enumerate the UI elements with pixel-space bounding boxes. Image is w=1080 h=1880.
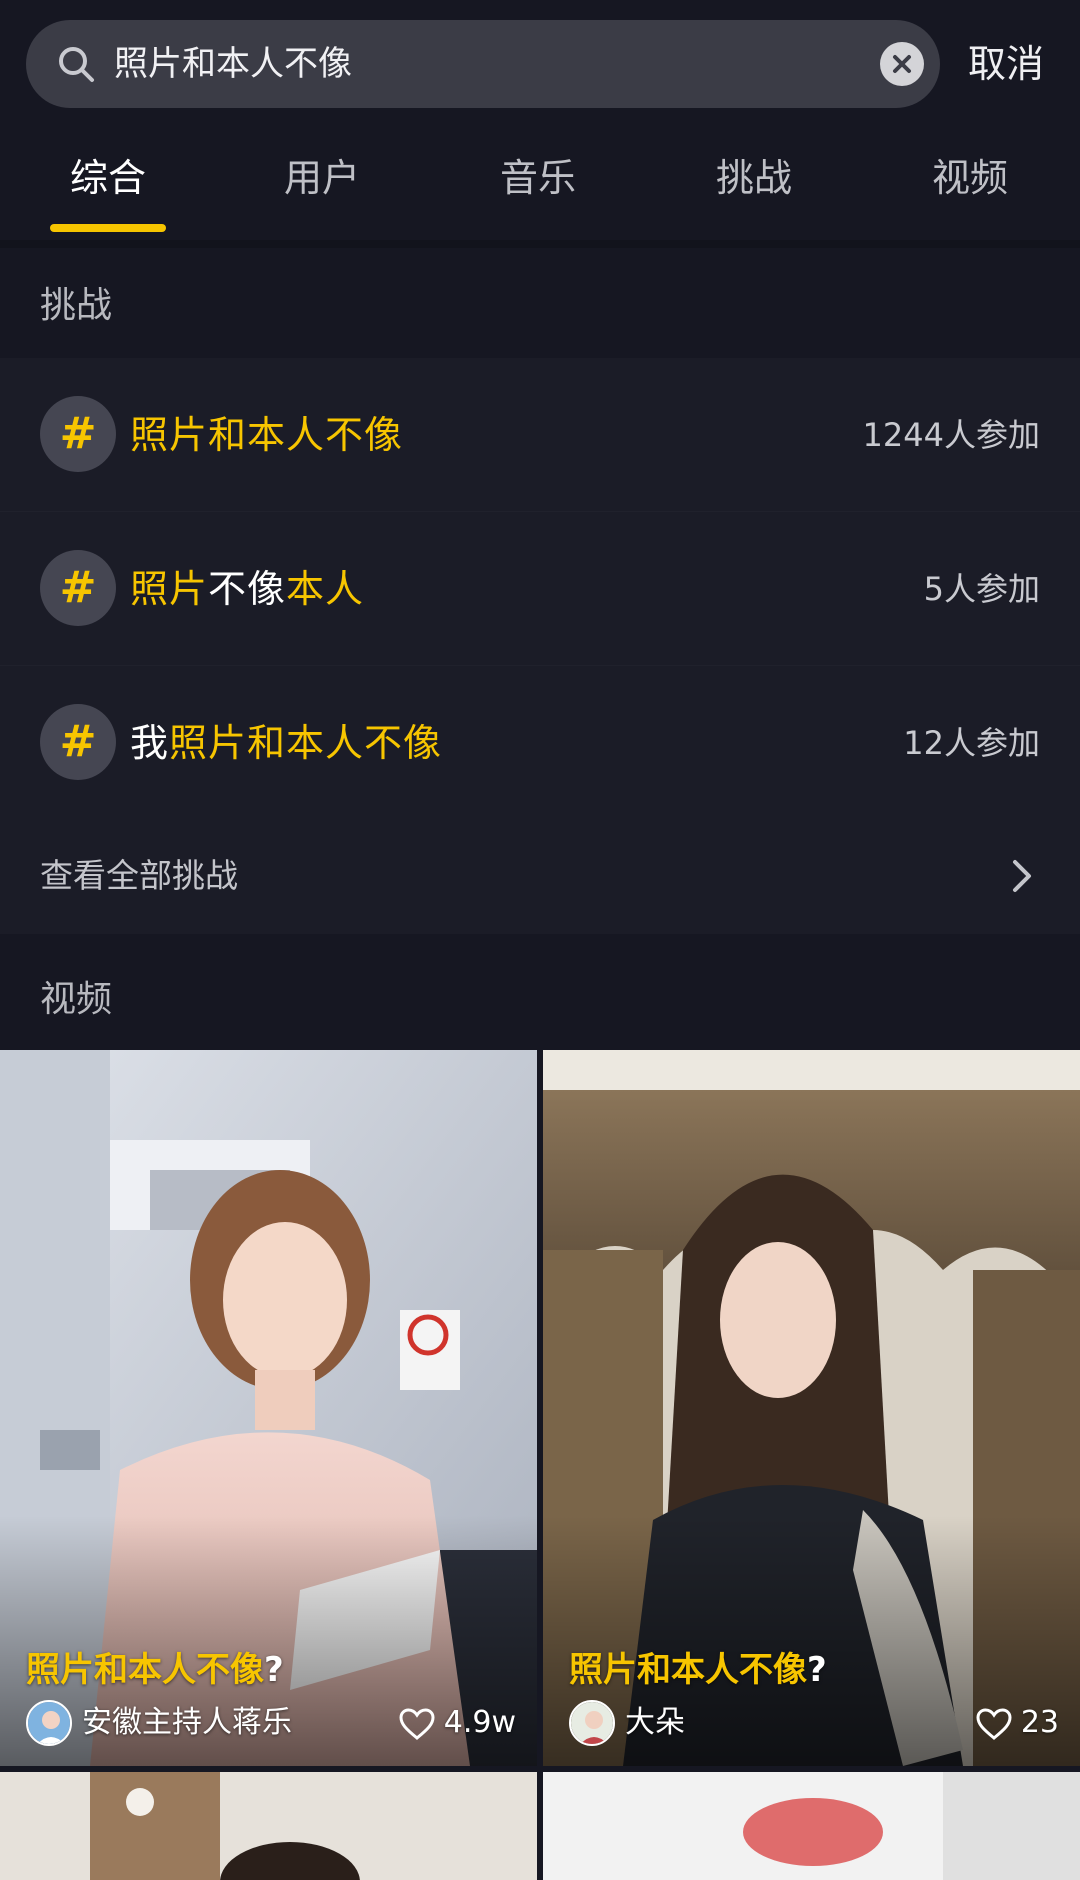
section-title-challenges: 挑战 (40, 285, 113, 326)
chevron-right-icon (1013, 860, 1031, 892)
video-thumbnail (0, 1772, 537, 1880)
challenge-item[interactable]: # 我照片和本人不像 12人参加 (0, 666, 1080, 820)
search-query-text: 照片和本人不像 (114, 44, 352, 84)
challenge-name: 照片和本人不像 (130, 358, 403, 512)
highlighted-text: 本人 (286, 567, 365, 611)
search-input[interactable]: 照片和本人不像 (26, 20, 940, 108)
divider (0, 240, 1080, 248)
video-meta: 大朵 23 (569, 1698, 1059, 1748)
result-tabs: 综合 用户 音乐 挑战 视频 (0, 130, 1080, 240)
heart-icon (976, 1707, 1012, 1740)
avatar[interactable] (569, 1700, 615, 1746)
active-tab-indicator (50, 224, 166, 232)
tab-challenges[interactable]: 挑战 (664, 130, 844, 226)
heart-icon (399, 1707, 435, 1740)
highlighted-text: 照片 (130, 567, 209, 611)
hashtag-icon: # (40, 396, 116, 472)
author-name[interactable]: 安徽主持人蒋乐 (82, 1698, 292, 1748)
video-grid: 照片和本人不像? 安徽主持人蒋乐 4.9w 照片和本人不像? 大朵 23 (0, 1050, 1080, 1880)
search-icon (59, 47, 94, 82)
avatar[interactable] (26, 1700, 72, 1746)
section-title-videos: 视频 (40, 979, 113, 1020)
challenge-participants: 1244人参加 (862, 416, 1040, 454)
video-title: 照片和本人不像? (26, 1650, 284, 1690)
challenge-name: 照片不像本人 (130, 512, 364, 666)
cancel-button[interactable]: 取消 (968, 20, 1044, 108)
clear-search-button[interactable] (880, 42, 924, 86)
plain-text: 不像 (208, 567, 287, 611)
author-name[interactable]: 大朵 (625, 1698, 685, 1748)
highlighted-text: 照片和本人不像 (130, 413, 404, 457)
hashtag-icon: # (40, 704, 116, 780)
like-count: 23 (975, 1698, 1059, 1748)
tab-all[interactable]: 综合 (18, 130, 198, 226)
video-card[interactable]: 照片和本人不像? 安徽主持人蒋乐 4.9w (0, 1050, 537, 1766)
view-all-challenges-button[interactable]: 查看全部挑战 (0, 818, 1080, 934)
challenge-participants: 5人参加 (923, 570, 1040, 608)
challenge-participants: 12人参加 (903, 724, 1040, 762)
video-card[interactable] (0, 1772, 537, 1880)
video-title: 照片和本人不像? (569, 1650, 827, 1690)
challenge-item[interactable]: # 照片不像本人 5人参加 (0, 512, 1080, 666)
search-results-screen: 照片和本人不像 取消 综合 用户 音乐 挑战 视频 挑战 # 照片和本人不像 1… (0, 0, 1080, 1880)
hashtag-icon: # (40, 550, 116, 626)
like-count: 4.9w (398, 1698, 516, 1748)
video-meta: 安徽主持人蒋乐 4.9w (26, 1698, 516, 1748)
video-thumbnail (543, 1772, 1080, 1880)
challenge-item[interactable]: # 照片和本人不像 1244人参加 (0, 358, 1080, 512)
video-card[interactable] (543, 1772, 1080, 1880)
close-icon (893, 55, 911, 73)
highlighted-text: 照片和本人不像 (169, 721, 443, 765)
plain-text: 我 (130, 721, 170, 765)
challenge-name: 我照片和本人不像 (130, 666, 442, 820)
tab-users[interactable]: 用户 (232, 130, 412, 226)
search-header: 照片和本人不像 取消 (0, 0, 1080, 120)
tab-music[interactable]: 音乐 (448, 130, 628, 226)
view-all-label: 查看全部挑战 (40, 856, 238, 895)
tab-videos[interactable]: 视频 (880, 130, 1060, 226)
video-card[interactable]: 照片和本人不像? 大朵 23 (543, 1050, 1080, 1766)
